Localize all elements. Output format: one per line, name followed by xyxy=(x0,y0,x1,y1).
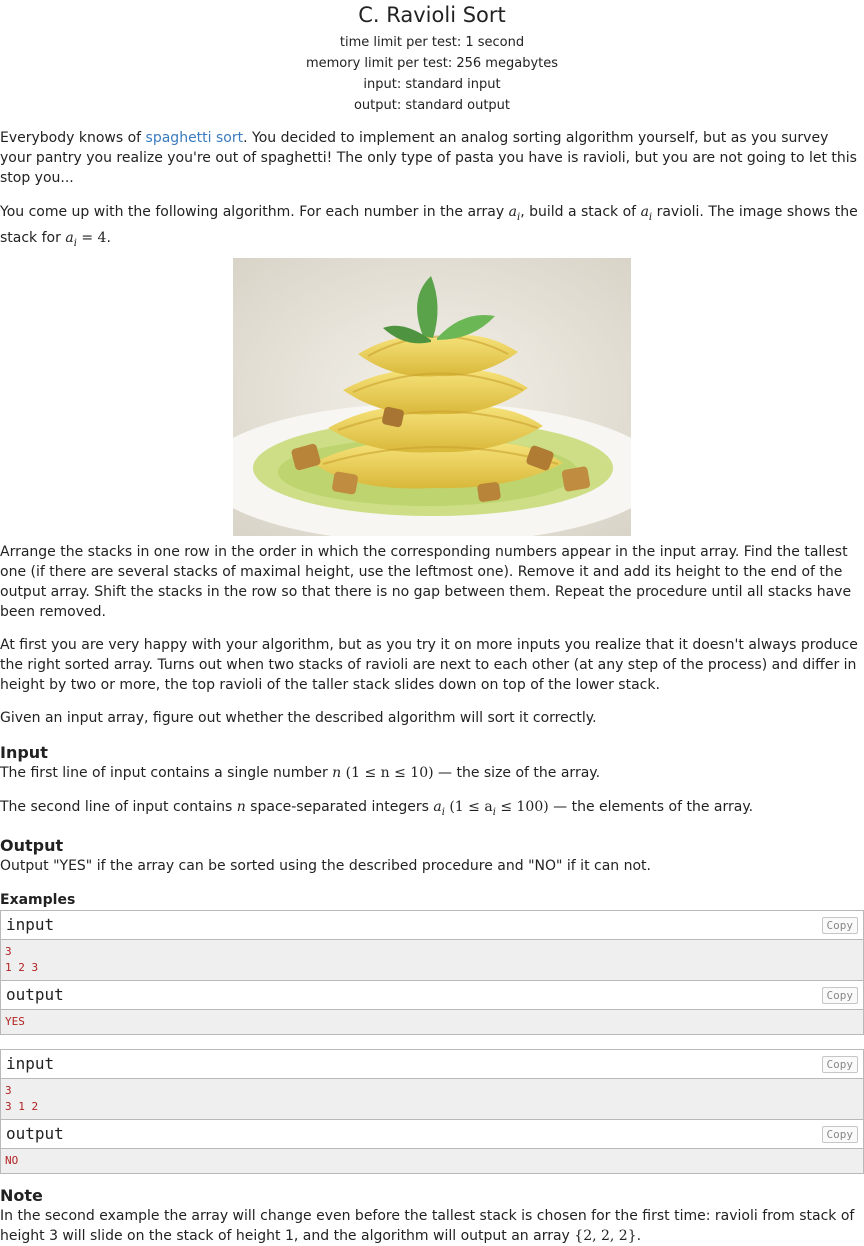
input-line-1: The first line of input contains a singl… xyxy=(0,764,601,781)
copy-button[interactable]: Copy xyxy=(821,1126,858,1144)
time-limit: time limit per test: 1 second xyxy=(339,35,525,50)
note-heading: Note xyxy=(0,1186,43,1206)
note-text: In the second example the array will cha… xyxy=(0,1208,855,1245)
example-1-output: YES xyxy=(1,1010,863,1035)
math-ai: ai xyxy=(508,204,521,223)
example-2: input Copy 3 3 1 2 output Copy NO xyxy=(0,1049,864,1175)
statement-paragraph-5: Given an input array, figure out whether… xyxy=(0,709,597,726)
input-label: input xyxy=(6,1054,55,1074)
example-2-output-header: output Copy xyxy=(1,1119,863,1150)
example-1: input Copy 3 1 2 3 output Copy YES xyxy=(0,910,864,1036)
copy-button[interactable]: Copy xyxy=(821,917,858,935)
output-label: output xyxy=(6,1124,64,1144)
example-1-input: 3 1 2 3 xyxy=(1,940,863,981)
input-label: input xyxy=(6,915,55,935)
copy-button[interactable]: Copy xyxy=(821,1056,858,1074)
output-label: output xyxy=(6,985,64,1005)
math-ai: ai xyxy=(433,798,445,818)
input-source: input: standard input xyxy=(363,77,501,92)
ravioli-stack-image xyxy=(233,257,631,536)
problem-page: C. Ravioli Sort time limit per test: 1 s… xyxy=(0,0,864,1246)
example-2-input-header: input Copy xyxy=(1,1050,863,1080)
statement-paragraph-3: Arrange the stacks in one row in the ord… xyxy=(0,543,852,620)
statement-paragraph-4: At first you are very happy with your al… xyxy=(0,636,858,693)
example-1-input-header: input Copy xyxy=(1,911,863,941)
statement-paragraph-2: You come up with the following algorithm… xyxy=(0,204,858,249)
math-ai: ai xyxy=(640,204,653,223)
input-line-2: The second line of input contains n spac… xyxy=(0,798,754,818)
spaghetti-sort-link[interactable]: spaghetti sort xyxy=(146,130,244,146)
output-target: output: standard output xyxy=(353,98,511,113)
output-description: Output "YES" if the array can be sorted … xyxy=(0,858,651,875)
problem-title: C. Ravioli Sort xyxy=(358,3,506,27)
output-heading: Output xyxy=(0,836,64,856)
examples-heading: Examples xyxy=(0,892,76,909)
example-1-output-header: output Copy xyxy=(1,980,863,1011)
math-ai: ai xyxy=(65,229,77,249)
example-2-output: NO xyxy=(1,1149,863,1174)
statement-paragraph-1: Everybody knows of spaghetti sort. You d… xyxy=(0,130,857,186)
memory-limit: memory limit per test: 256 megabytes xyxy=(305,56,559,71)
example-2-input: 3 3 1 2 xyxy=(1,1079,863,1120)
copy-button[interactable]: Copy xyxy=(821,987,858,1005)
problem-limits: time limit per test: 1 second memory lim… xyxy=(0,32,864,116)
input-heading: Input xyxy=(0,742,48,762)
